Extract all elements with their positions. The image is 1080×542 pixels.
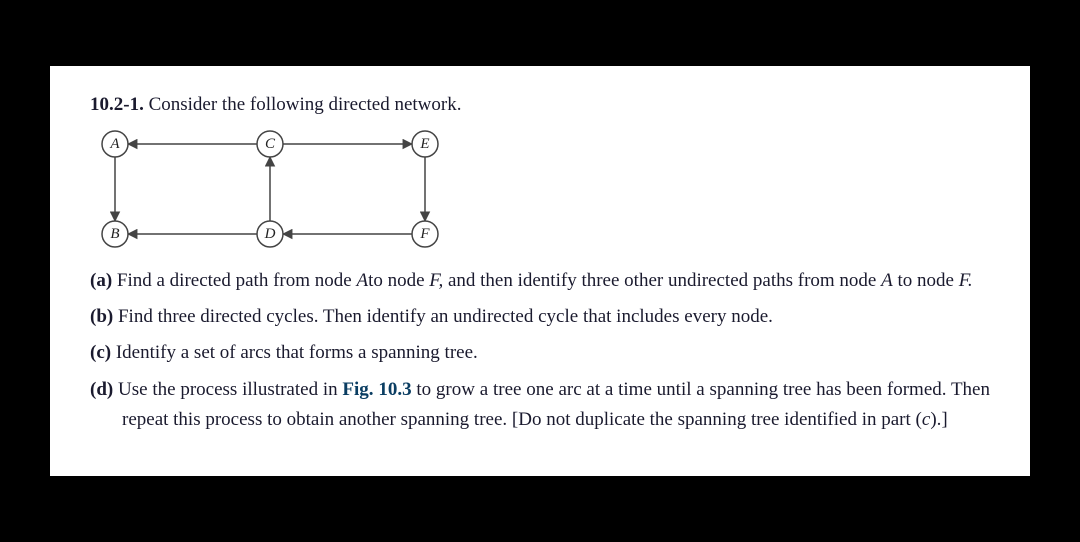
- question-b-text: Find three directed cycles. Then identif…: [118, 306, 773, 327]
- question-c: (c) Identify a set of arcs that forms a …: [90, 338, 990, 368]
- question-a-text1: Find a directed path from node: [117, 270, 357, 291]
- question-d-text1: Use the process illustrated in: [118, 379, 342, 400]
- problem-page: 10.2-1. Consider the following directed …: [50, 66, 1030, 477]
- node-label-d: D: [264, 226, 276, 242]
- question-a-text4: to node: [893, 270, 959, 291]
- question-c-label: (c): [90, 342, 111, 363]
- question-d-label: (d): [90, 379, 113, 400]
- question-b: (b) Find three directed cycles. Then ide…: [90, 302, 990, 332]
- node-label-b: B: [110, 226, 119, 242]
- problem-intro: Consider the following directed network.: [149, 94, 462, 115]
- network-svg: A B C D E F: [95, 124, 455, 254]
- question-a-node1: A: [356, 270, 368, 291]
- question-d: (d) Use the process illustrated in Fig. …: [90, 375, 990, 436]
- node-label-f: F: [419, 226, 430, 242]
- question-a: (a) Find a directed path from node Ato n…: [90, 266, 990, 296]
- question-b-label: (b): [90, 306, 113, 327]
- question-a-node2: F,: [429, 270, 443, 291]
- node-label-e: E: [419, 136, 429, 152]
- question-a-label: (a): [90, 270, 112, 291]
- question-a-text2: to node: [368, 270, 429, 291]
- question-c-text: Identify a set of arcs that forms a span…: [116, 342, 478, 363]
- node-label-c: C: [265, 136, 276, 152]
- question-a-node4: F.: [959, 270, 973, 291]
- network-diagram: A B C D E F: [95, 124, 990, 254]
- problem-header: 10.2-1. Consider the following directed …: [90, 94, 990, 116]
- question-a-node3: A: [881, 270, 893, 291]
- problem-number: 10.2-1.: [90, 94, 144, 115]
- fig-reference: Fig. 10.3: [342, 379, 411, 400]
- node-label-a: A: [109, 136, 120, 152]
- question-d-text3: ).]: [930, 409, 947, 430]
- question-a-text3: and then identify three other undirected…: [443, 270, 881, 291]
